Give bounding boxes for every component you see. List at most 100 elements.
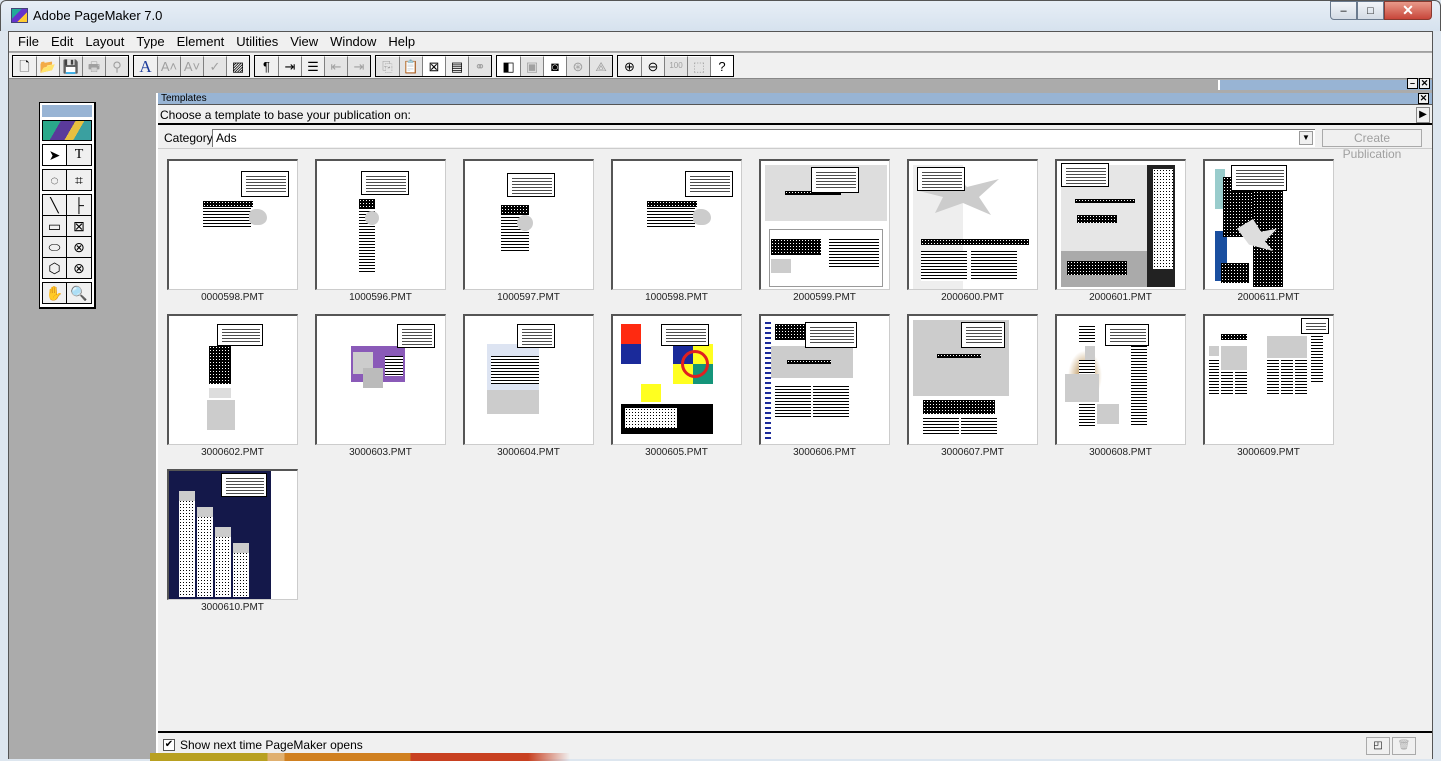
template-tile[interactable]: 1000596.PMT <box>315 159 446 303</box>
template-thumbnail[interactable] <box>611 159 742 290</box>
template-thumbnail[interactable] <box>1203 159 1334 290</box>
template-thumbnail[interactable] <box>315 314 446 445</box>
template-tile[interactable]: 2000600.PMT <box>907 159 1038 303</box>
toolbox-title-bar[interactable] <box>42 105 92 117</box>
print-icon[interactable]: 🖶 <box>82 55 105 76</box>
find-icon[interactable]: ⚲ <box>105 55 128 76</box>
template-thumbnail[interactable] <box>907 159 1038 290</box>
text-frame-icon[interactable]: ▤ <box>445 55 468 76</box>
rotate-tool-icon[interactable]: ◌ <box>43 170 67 190</box>
minimize-button[interactable]: – <box>1330 1 1357 20</box>
new-item-icon[interactable]: ◰ <box>1366 737 1390 755</box>
polygon-tool-icon[interactable]: ⬡ <box>43 258 67 278</box>
pdf-icon[interactable]: ⟁ <box>589 55 612 76</box>
template-thumbnail[interactable] <box>167 159 298 290</box>
menu-edit[interactable]: Edit <box>45 33 79 51</box>
link-icon[interactable]: ⚭ <box>468 55 491 76</box>
template-tile[interactable]: 2000599.PMT <box>759 159 890 303</box>
actual-size-icon[interactable]: 100 <box>664 55 687 76</box>
fit-page-icon[interactable]: ⬚ <box>687 55 710 76</box>
template-tile[interactable]: 2000601.PMT <box>1055 159 1186 303</box>
color-palette-icon[interactable]: ◧ <box>497 55 520 76</box>
template-tile[interactable]: 3000603.PMT <box>315 314 446 458</box>
template-tile[interactable]: 3000605.PMT <box>611 314 742 458</box>
save-icon[interactable]: 💾 <box>59 55 82 76</box>
template-thumbnail[interactable] <box>907 314 1038 445</box>
template-tile[interactable]: 1000597.PMT <box>463 159 594 303</box>
template-tile[interactable]: 3000610.PMT <box>167 469 298 613</box>
panel-close-icon[interactable]: ✕ <box>1418 93 1429 104</box>
pointer-tool-icon[interactable]: ➤ <box>43 145 67 165</box>
constrained-line-tool-icon[interactable]: ├ <box>67 195 91 215</box>
menu-utilities[interactable]: Utilities <box>230 33 284 51</box>
minimize-icon[interactable]: – <box>1407 78 1418 89</box>
hand-tool-icon[interactable]: ✋ <box>43 283 67 303</box>
web-icon[interactable]: ⊛ <box>566 55 589 76</box>
rectangle-frame-tool-icon[interactable]: ⊠ <box>67 216 91 236</box>
template-thumbnail[interactable] <box>167 469 298 600</box>
place-icon[interactable]: ⊠ <box>422 55 445 76</box>
increase-indent-icon[interactable]: ⇥ <box>347 55 370 76</box>
show-next-time-checkbox[interactable]: ✔ <box>163 739 175 751</box>
template-thumbnail[interactable] <box>315 159 446 290</box>
template-tile[interactable]: 3000606.PMT <box>759 314 890 458</box>
template-thumbnail[interactable] <box>167 314 298 445</box>
new-icon[interactable]: 🗋 <box>13 55 36 76</box>
template-tile[interactable]: 1000598.PMT <box>611 159 742 303</box>
open-icon[interactable]: 📂 <box>36 55 59 76</box>
template-tile[interactable]: 3000609.PMT <box>1203 314 1334 458</box>
close-button[interactable]: ✕ <box>1384 1 1432 20</box>
zoom-in-icon[interactable]: ⊕ <box>618 55 641 76</box>
close-icon[interactable]: ✕ <box>1419 78 1430 89</box>
template-thumbnail[interactable] <box>463 314 594 445</box>
paste-icon[interactable]: 📋 <box>399 55 422 76</box>
ellipse-tool-icon[interactable]: ⬭ <box>43 237 67 257</box>
fill-stroke-icon[interactable]: ▨ <box>226 55 249 76</box>
image-control-icon[interactable]: ▣ <box>520 55 543 76</box>
menu-element[interactable]: Element <box>171 33 231 51</box>
template-tile[interactable]: 2000611.PMT <box>1203 159 1334 303</box>
spelling-icon[interactable]: ✓ <box>203 55 226 76</box>
template-thumbnail[interactable] <box>611 314 742 445</box>
line-tool-icon[interactable]: ╲ <box>43 195 67 215</box>
menu-help[interactable]: Help <box>382 33 421 51</box>
template-tile[interactable]: 3000608.PMT <box>1055 314 1186 458</box>
rectangle-tool-icon[interactable]: ▭ <box>43 216 67 236</box>
photo-icon[interactable]: ◙ <box>543 55 566 76</box>
menu-file[interactable]: File <box>12 33 45 51</box>
menu-type[interactable]: Type <box>130 33 170 51</box>
template-tile[interactable]: 3000607.PMT <box>907 314 1038 458</box>
template-tile[interactable]: 0000598.PMT <box>167 159 298 303</box>
subscript-icon[interactable]: A˅ <box>180 55 203 76</box>
copy-icon[interactable]: ⎘ <box>376 55 399 76</box>
template-thumbnail[interactable] <box>463 159 594 290</box>
template-thumbnail[interactable] <box>1203 314 1334 445</box>
bullets-icon[interactable]: ☰ <box>301 55 324 76</box>
template-thumbnail[interactable] <box>1055 159 1186 290</box>
maximize-button[interactable]: □ <box>1357 1 1384 20</box>
create-publication-button[interactable]: Create Publication <box>1322 129 1422 161</box>
zoom-out-icon[interactable]: ⊖ <box>641 55 664 76</box>
help-icon[interactable]: ? <box>710 55 733 76</box>
paragraph-icon[interactable]: ¶ <box>255 55 278 76</box>
crop-tool-icon[interactable]: ⌗ <box>67 170 91 190</box>
template-thumbnail[interactable] <box>759 159 890 290</box>
template-tile[interactable]: 3000602.PMT <box>167 314 298 458</box>
decrease-indent-icon[interactable]: ⇤ <box>324 55 347 76</box>
template-thumbnail[interactable] <box>1055 314 1186 445</box>
text-tool-icon[interactable]: T <box>67 145 91 165</box>
character-icon[interactable]: A <box>134 55 157 76</box>
menu-view[interactable]: View <box>284 33 324 51</box>
category-select[interactable]: Ads ▼ <box>212 129 1315 147</box>
polygon-frame-tool-icon[interactable]: ⊗ <box>67 258 91 278</box>
chevron-down-icon[interactable]: ▼ <box>1299 131 1313 145</box>
panel-menu-arrow-icon[interactable]: ▶ <box>1416 107 1430 123</box>
template-thumbnail[interactable] <box>759 314 890 445</box>
superscript-icon[interactable]: A˄ <box>157 55 180 76</box>
zoom-tool-icon[interactable]: 🔍 <box>67 283 91 303</box>
trash-icon[interactable]: 🗑 <box>1392 737 1416 755</box>
menu-layout[interactable]: Layout <box>79 33 130 51</box>
ellipse-frame-tool-icon[interactable]: ⊗ <box>67 237 91 257</box>
indents-icon[interactable]: ⇥ <box>278 55 301 76</box>
menu-window[interactable]: Window <box>324 33 382 51</box>
